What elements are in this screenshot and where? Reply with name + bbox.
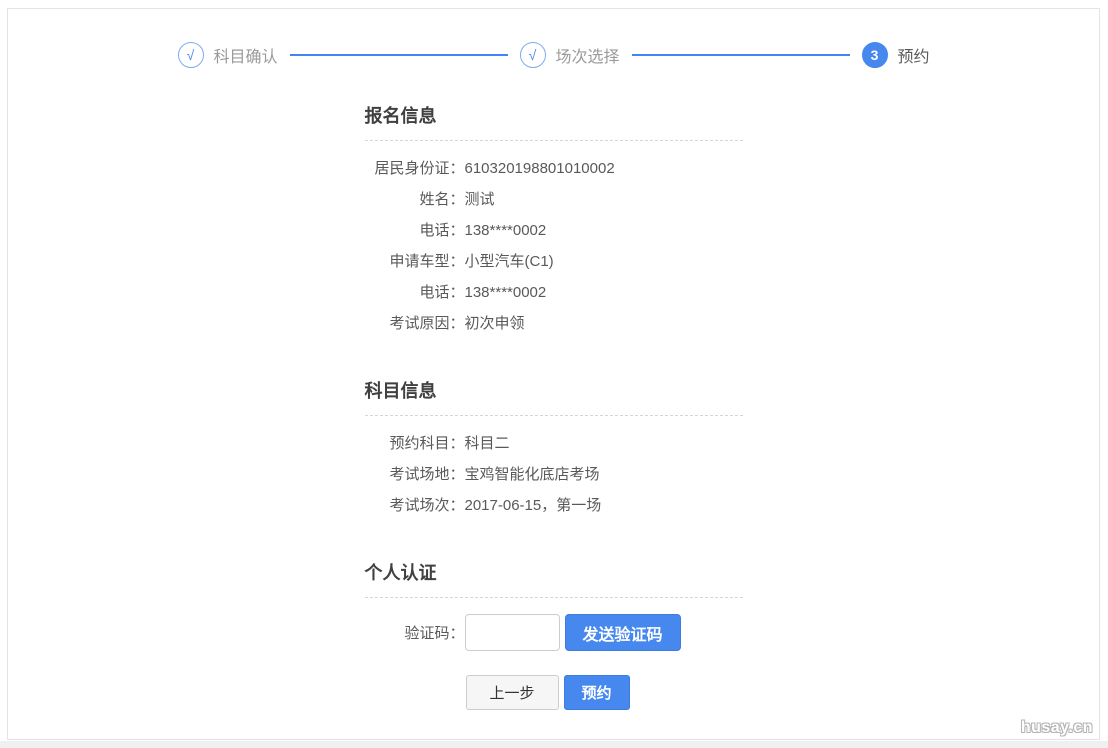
section-title: 个人认证 [365, 559, 743, 598]
captcha-input[interactable] [465, 614, 560, 651]
row-label: 预约科目： [365, 428, 465, 459]
verification-section: 个人认证 验证码： 发送验证码 [365, 559, 743, 651]
section-title: 科目信息 [365, 377, 743, 416]
step-subject-confirm: √ 科目确认 [178, 42, 278, 68]
info-row: 电话： 138****0002 [365, 277, 743, 308]
stepper: √ 科目确认 √ 场次选择 3 预约 [178, 42, 930, 68]
row-label: 申请车型： [365, 246, 465, 277]
registration-section: 报名信息 居民身份证： 610320198801010002 姓名： 测试 电话… [365, 102, 743, 339]
check-icon: √ [178, 42, 204, 68]
info-row: 电话： 138****0002 [365, 215, 743, 246]
row-value: 小型汽车(C1) [465, 246, 743, 277]
row-label: 考试场次： [365, 490, 465, 521]
step-session-select: √ 场次选择 [520, 42, 620, 68]
row-label: 居民身份证： [365, 153, 465, 184]
stepper-connector [632, 54, 850, 56]
row-value: 2017-06-15，第一场 [465, 490, 743, 521]
row-label: 考试原因： [365, 308, 465, 339]
row-label: 电话： [365, 277, 465, 308]
info-row: 居民身份证： 610320198801010002 [365, 153, 743, 184]
row-value: 138****0002 [465, 277, 743, 308]
row-value: 138****0002 [465, 215, 743, 246]
check-icon: √ [520, 42, 546, 68]
step-label: 科目确认 [214, 43, 278, 67]
step-label: 场次选择 [556, 43, 620, 67]
row-label: 姓名： [365, 184, 465, 215]
info-row: 考试场地： 宝鸡智能化底店考场 [365, 459, 743, 490]
step-appointment: 3 预约 [862, 42, 930, 68]
bottom-strip [0, 741, 1108, 748]
action-buttons: 上一步 预约 [365, 675, 743, 710]
info-row: 考试场次： 2017-06-15，第一场 [365, 490, 743, 521]
captcha-label: 验证码： [365, 622, 465, 643]
section-title: 报名信息 [365, 102, 743, 141]
info-row: 预约科目： 科目二 [365, 428, 743, 459]
prev-step-button[interactable]: 上一步 [466, 675, 559, 710]
row-value: 测试 [465, 184, 743, 215]
registration-rows: 居民身份证： 610320198801010002 姓名： 测试 电话： 138… [365, 153, 743, 339]
send-captcha-button[interactable]: 发送验证码 [565, 614, 681, 651]
row-value: 宝鸡智能化底店考场 [465, 459, 743, 490]
row-label: 考试场地： [365, 459, 465, 490]
step-label: 预约 [898, 43, 930, 67]
row-value: 610320198801010002 [465, 153, 743, 184]
stepper-connector [290, 54, 508, 56]
subject-rows: 预约科目： 科目二 考试场地： 宝鸡智能化底店考场 考试场次： 2017-06-… [365, 428, 743, 521]
row-label: 电话： [365, 215, 465, 246]
subject-section: 科目信息 预约科目： 科目二 考试场地： 宝鸡智能化底店考场 考试场次： 201… [365, 377, 743, 521]
info-row: 考试原因： 初次申领 [365, 308, 743, 339]
captcha-form-row: 验证码： 发送验证码 [365, 614, 743, 651]
step-number-badge: 3 [862, 42, 888, 68]
watermark: husay.cn [1021, 719, 1093, 737]
appointment-card: √ 科目确认 √ 场次选择 3 预约 报名信息 居民身份证： 610320198… [7, 8, 1100, 740]
submit-appointment-button[interactable]: 预约 [564, 675, 630, 710]
row-value: 初次申领 [465, 308, 743, 339]
row-value: 科目二 [465, 428, 743, 459]
content-column: 报名信息 居民身份证： 610320198801010002 姓名： 测试 电话… [365, 102, 743, 710]
info-row: 姓名： 测试 [365, 184, 743, 215]
info-row: 申请车型： 小型汽车(C1) [365, 246, 743, 277]
